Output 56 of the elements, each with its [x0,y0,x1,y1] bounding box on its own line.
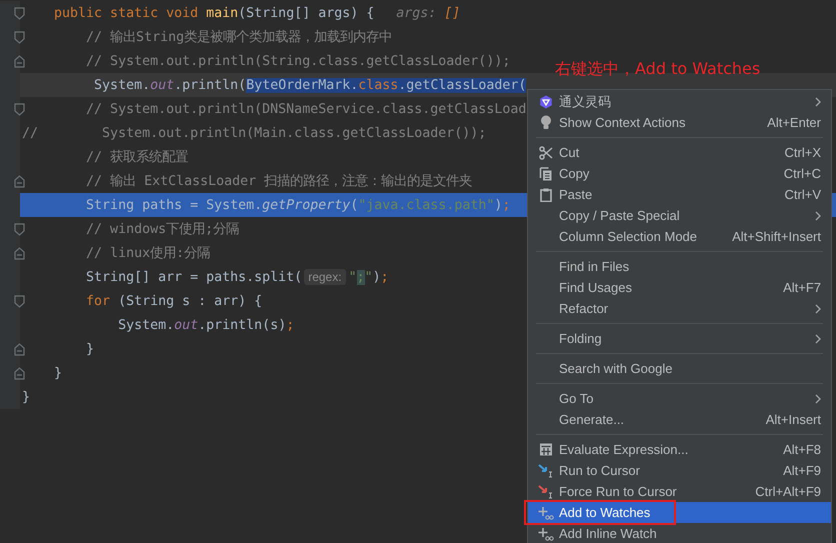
annotation-text: 右键选中，Add to Watches [555,59,760,80]
code-line: // System.out.println(DNSNameService.class.getClassLoad [85,102,526,116]
code-line: // 输出 ExtClassLoader 扫描的路径，注意：输出的是文件夹 [85,172,472,190]
fold-icon[interactable] [14,102,25,116]
code-line: String[] arr = paths.split( regex: ";"); [85,270,389,284]
code-line: System.out.println(ByteOrderMark.class.getClassLoader( [93,78,526,92]
calculator-icon [538,443,554,456]
logo-icon [538,94,554,108]
menu-item[interactable]: Copy Ctrl+C [528,163,831,184]
menu-item[interactable]: Go To [528,388,831,409]
menu-item[interactable]: 通义灵码 [528,91,831,112]
code-line: System.out.println(s); [117,318,294,332]
code-line: } [53,366,62,380]
menu-item[interactable]: Run to Cursor Alt+F9 [528,460,831,481]
lightbulb-icon [538,115,554,130]
code-line: String paths = System.getProperty("java.class.path"); [85,198,510,212]
fold-icon[interactable] [14,54,25,68]
plus-glasses-icon [538,526,554,540]
menu-item[interactable]: Refactor [528,298,831,319]
fold-icon[interactable] [14,174,25,188]
code-line: for (String s : arr) { [85,294,262,308]
menu-item[interactable]: Force Run to Cursor Ctrl+Alt+F9 [528,481,831,502]
menu-item[interactable]: Folding [528,328,831,349]
fold-icon[interactable] [14,342,25,356]
code-line: // linux使用:分隔 [85,245,210,262]
menu-item[interactable]: Find in Files [528,256,831,277]
code-line: // 输出String类是被哪个类加载器，加载到内存中 [85,28,392,46]
menu-item[interactable]: Find Usages Alt+F7 [528,277,831,298]
menu-item[interactable]: Paste Ctrl+V [528,184,831,205]
code-line: // windows下使用;分隔 [85,221,240,238]
code-line: public static void main(String[] args) { args: [] [53,6,460,20]
clipboard-icon [538,188,554,202]
copy-icon [538,166,554,180]
arrow-cursor-icon [538,464,554,478]
menu-item[interactable]: Column Selection Mode Alt+Shift+Insert [528,226,831,247]
fold-icon[interactable] [14,30,25,44]
menu-item[interactable]: Search with Google [528,358,831,379]
code-line: } [85,342,94,356]
code-line: } [22,390,30,404]
scissors-icon [538,146,554,160]
code-line: // System.out.println(Main.class.getClassLoader()); [22,126,486,140]
code-line: // System.out.println(String.class.getClassLoader()); [85,54,510,68]
fold-icon[interactable] [14,366,25,380]
menu-item[interactable]: Evaluate Expression... Alt+F8 [528,439,831,460]
menu-item[interactable]: Copy / Paste Special [528,205,831,226]
menu-item[interactable]: Cut Ctrl+X [528,142,831,163]
menu-item[interactable]: Show Context Actions Alt+Enter [528,112,831,133]
fold-icon[interactable] [14,222,25,236]
fold-icon[interactable] [14,294,25,308]
arrow-cursor-icon [538,484,554,498]
fold-icon[interactable] [14,246,25,260]
plus-glasses-icon [538,506,554,520]
code-line: // 获取系统配置 [85,148,188,166]
menu-item[interactable]: Generate... Alt+Insert [528,409,831,430]
menu-item[interactable]: Add Inline Watch [528,523,831,543]
fold-icon[interactable] [14,6,25,20]
